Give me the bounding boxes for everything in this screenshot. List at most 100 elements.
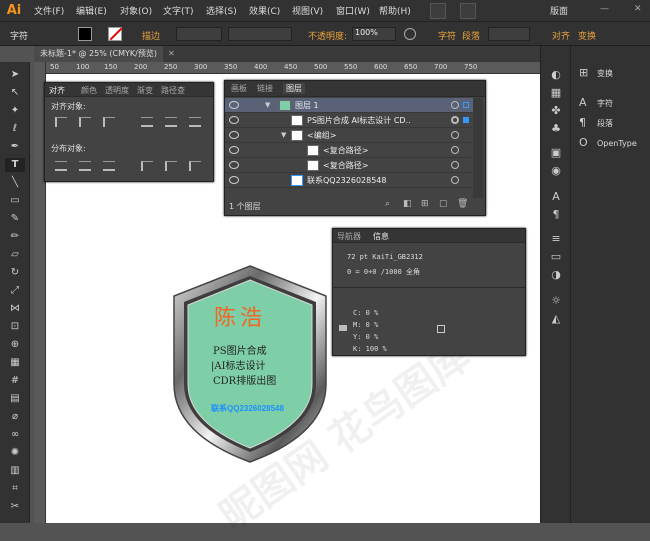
new-layer-icon[interactable]: ▢	[439, 199, 448, 209]
target-icon[interactable]	[451, 176, 459, 184]
blend-tool-icon[interactable]: ∞	[5, 428, 25, 442]
paintbrush-icon[interactable]: ✎	[5, 212, 25, 226]
line-tool-icon[interactable]: ╲	[5, 176, 25, 190]
symbols-icon[interactable]: ♣	[548, 122, 564, 136]
target-icon[interactable]	[451, 101, 459, 109]
appearance-icon[interactable]: ◉	[548, 164, 564, 178]
selection-indicator[interactable]	[463, 102, 469, 108]
gradient-panel-icon[interactable]: ▭	[548, 250, 564, 264]
layers-scrollbar[interactable]	[473, 98, 483, 198]
transparency-icon[interactable]: ◑	[548, 268, 564, 282]
menu-type[interactable]: 文字(T)	[163, 4, 194, 17]
pen-tool-icon[interactable]: ✒	[5, 140, 25, 154]
layer-row[interactable]: PS图片合成 AI标志设计 CD..	[225, 113, 475, 128]
minimize-icon[interactable]: —	[600, 4, 609, 14]
style-icon[interactable]	[404, 28, 416, 40]
menu-effect[interactable]: 效果(C)	[249, 4, 280, 17]
visibility-icon[interactable]	[229, 161, 239, 169]
lasso-icon[interactable]: ℓ	[5, 122, 25, 136]
close-icon[interactable]: ✕	[634, 4, 642, 14]
paragraph-link[interactable]: 段落	[462, 29, 480, 42]
visibility-icon[interactable]	[229, 131, 239, 139]
dock-character[interactable]: 字符	[597, 98, 613, 109]
visibility-icon[interactable]	[229, 116, 239, 124]
dock-paragraph[interactable]: 段落	[597, 118, 613, 129]
menu-select[interactable]: 选择(S)	[206, 4, 237, 17]
layer-row[interactable]: ▼ 图层 1	[225, 98, 475, 113]
stroke-swatch[interactable]	[108, 27, 123, 41]
dock-transform[interactable]: 变换	[597, 68, 613, 79]
tab-navigator[interactable]: 导航器	[337, 231, 361, 242]
align-panel-icon[interactable]: ☼	[548, 294, 564, 308]
menu-help[interactable]: 帮助(H)	[379, 4, 411, 17]
eyedropper-icon[interactable]: ⌀	[5, 410, 25, 424]
symbol-sprayer-icon[interactable]: ✺	[5, 446, 25, 460]
layer-row[interactable]: <复合路径>	[225, 158, 475, 173]
selection-tool-icon[interactable]: ➤	[5, 68, 25, 82]
align-middle-icon[interactable]	[165, 117, 177, 127]
rectangle-tool-icon[interactable]: ▭	[5, 194, 25, 208]
brushes-icon[interactable]: ✤	[548, 104, 564, 118]
menu-file[interactable]: 文件(F)	[34, 4, 64, 17]
width-tool-icon[interactable]: ⋈	[5, 302, 25, 316]
distribute-bottom-icon[interactable]	[103, 161, 115, 171]
character-link[interactable]: 字符	[438, 29, 456, 42]
eraser-icon[interactable]: ▱	[5, 248, 25, 262]
align-top-icon[interactable]	[141, 117, 153, 127]
menu-window[interactable]: 窗口(W)	[336, 4, 370, 17]
stroke-panel-icon[interactable]: ≡	[548, 232, 564, 246]
paragraph-styles-icon[interactable]: ¶	[548, 208, 564, 222]
expand-arrow-icon[interactable]: ▼	[281, 131, 286, 139]
dock-opentype[interactable]: OpenType	[597, 139, 637, 148]
tab-color[interactable]: 颜色	[81, 85, 97, 96]
tab-layers[interactable]: 图层	[283, 83, 305, 94]
distribute-right-icon[interactable]	[189, 161, 201, 171]
distribute-left-icon[interactable]	[141, 161, 153, 171]
tab-info[interactable]: 信息	[373, 231, 389, 242]
graphic-styles-icon[interactable]: ▣	[548, 146, 564, 160]
target-icon[interactable]	[451, 116, 459, 124]
layer-row[interactable]: 联系QQ2326028548	[225, 173, 475, 188]
layer-row[interactable]: ▼ <编组>	[225, 128, 475, 143]
type-tool-icon[interactable]: T	[5, 158, 25, 172]
tab-align[interactable]: 对齐	[49, 85, 65, 96]
bridge-icon[interactable]	[430, 3, 446, 19]
align-center-icon[interactable]	[79, 117, 91, 127]
close-tab-icon[interactable]: ✕	[168, 49, 175, 58]
arrange-documents-icon[interactable]	[460, 3, 476, 19]
selection-indicator[interactable]	[463, 117, 469, 123]
character-styles-icon[interactable]: A	[548, 190, 564, 204]
swatches-icon[interactable]: ▦	[548, 86, 564, 100]
workspace-switcher[interactable]: 版面	[550, 4, 568, 17]
menu-edit[interactable]: 编辑(E)	[76, 4, 107, 17]
align-left-icon[interactable]	[55, 117, 67, 127]
target-icon[interactable]	[451, 146, 459, 154]
menu-object[interactable]: 对象(O)	[120, 4, 152, 17]
fill-swatch[interactable]	[78, 27, 92, 41]
text-align-buttons[interactable]	[488, 27, 530, 41]
tab-artboards[interactable]: 画板	[231, 83, 247, 94]
locate-object-icon[interactable]: ⌕	[385, 199, 390, 209]
delete-layer-icon[interactable]: 🗑	[457, 199, 468, 209]
distribute-top-icon[interactable]	[55, 161, 67, 171]
distribute-middle-icon[interactable]	[79, 161, 91, 171]
mesh-tool-icon[interactable]: #	[5, 374, 25, 388]
expand-arrow-icon[interactable]: ▼	[265, 101, 270, 109]
tab-gradient[interactable]: 渐变	[137, 85, 153, 96]
new-sublayer-icon[interactable]: ⊞	[421, 199, 429, 209]
document-tab[interactable]: 未标题-1* @ 25% (CMYK/预览)	[34, 46, 163, 62]
target-icon[interactable]	[451, 131, 459, 139]
free-transform-icon[interactable]: ⊡	[5, 320, 25, 334]
shape-builder-icon[interactable]: ⊕	[5, 338, 25, 352]
direct-selection-tool-icon[interactable]: ↖	[5, 86, 25, 100]
transform-link[interactable]: 变换	[578, 29, 596, 42]
color-icon[interactable]: ◐	[548, 68, 564, 82]
visibility-icon[interactable]	[229, 146, 239, 154]
tab-pathfinder[interactable]: 路径查	[161, 85, 185, 96]
tab-transparency[interactable]: 透明度	[105, 85, 129, 96]
align-right-icon[interactable]	[103, 117, 115, 127]
align-bottom-icon[interactable]	[189, 117, 201, 127]
tab-links[interactable]: 链接	[257, 83, 273, 94]
scale-tool-icon[interactable]: ⤢	[5, 284, 25, 298]
visibility-icon[interactable]	[229, 101, 239, 109]
